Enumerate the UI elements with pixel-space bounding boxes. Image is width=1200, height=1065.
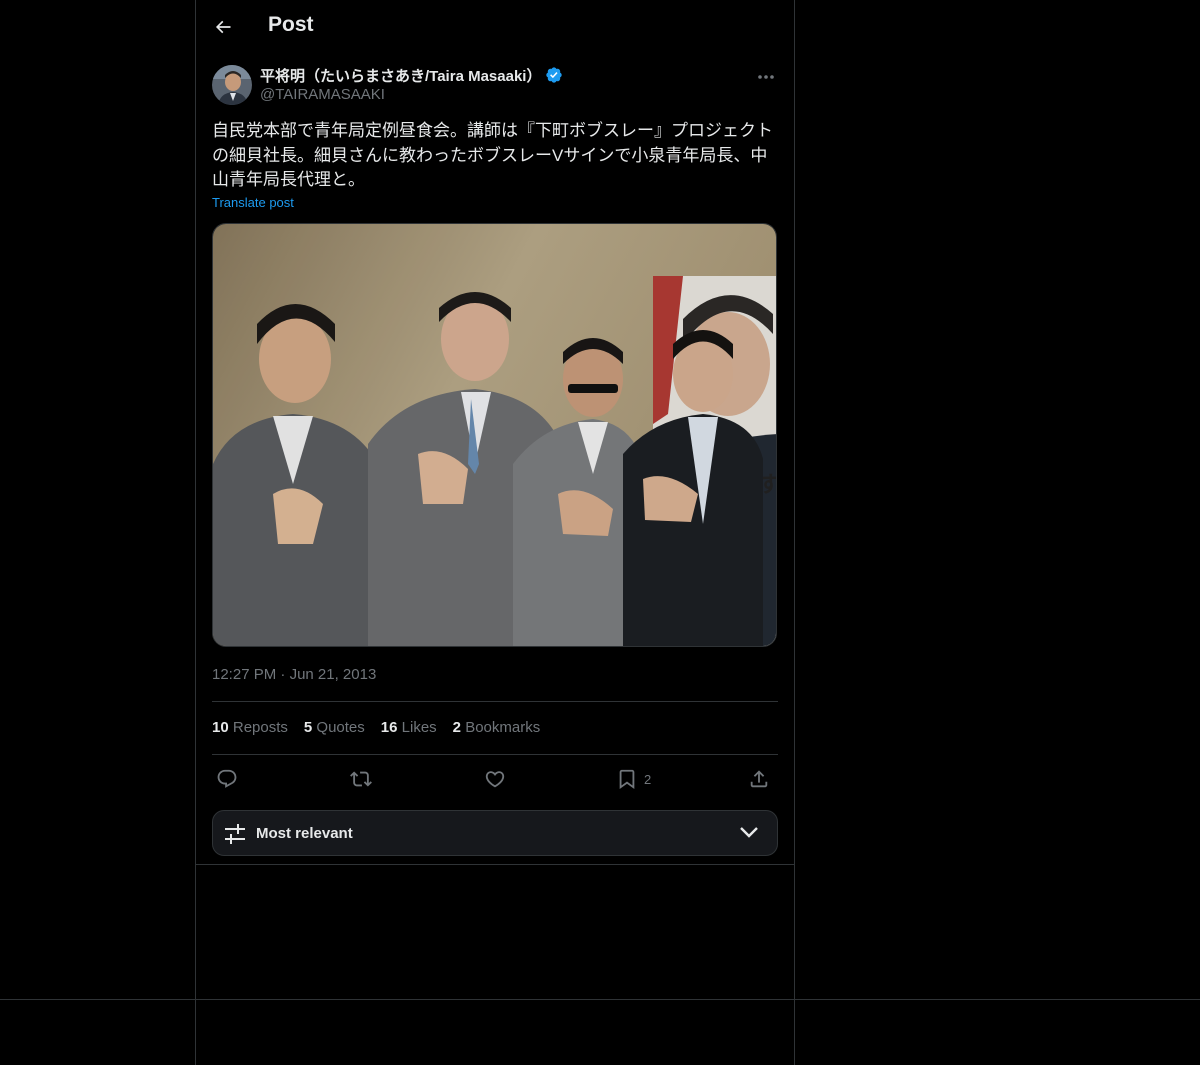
likes-stat[interactable]: 16 Likes <box>381 719 437 736</box>
reposts-label: Reposts <box>232 719 288 736</box>
post-text: 自民党本部で青年局定例昼食会。講師は『下町ボブスレー』プロジェクトの細貝社長。細… <box>212 121 773 189</box>
bookmarks-label: Bookmarks <box>465 719 541 736</box>
likes-count: 16 <box>380 719 398 736</box>
divider <box>212 701 778 702</box>
likes-label: Likes <box>401 719 437 736</box>
reposts-count: 10 <box>212 719 229 736</box>
post-photo[interactable]: す。 <box>212 223 777 647</box>
header: Post <box>196 0 794 54</box>
page: Post 平将明（たいらまさあき/Taira Masaaki） @TAIRAMA… <box>0 0 1200 1065</box>
post-actions: 2 <box>212 765 778 793</box>
back-button[interactable] <box>208 12 238 42</box>
post-time: 12:27 PM <box>212 666 277 683</box>
sliders-icon <box>224 823 246 850</box>
quotes-count: 5 <box>303 719 313 736</box>
avatar[interactable] <box>212 65 252 105</box>
divider <box>196 864 794 865</box>
bookmark-count: 2 <box>644 771 652 787</box>
back-arrow-icon <box>215 20 231 34</box>
page-title: Post <box>268 13 314 36</box>
column-divider-left <box>195 0 196 1065</box>
reply-button[interactable] <box>216 765 238 793</box>
share-button[interactable] <box>748 765 770 793</box>
engagement-stats: 10 Reposts 5 Quotes 16 Likes 2 Bookmarks <box>212 719 556 739</box>
sort-label: Most relevant <box>256 825 353 842</box>
reply-icon <box>217 769 237 788</box>
post-date: Jun 21, 2013 <box>289 666 377 683</box>
share-icon <box>750 770 768 788</box>
bookmarks-stat[interactable]: 2 Bookmarks <box>453 719 541 736</box>
post-author: 平将明（たいらまさあき/Taira Masaaki） @TAIRAMASAAKI <box>212 65 778 107</box>
repost-icon <box>350 771 372 787</box>
more-icon <box>758 75 774 79</box>
repost-button[interactable] <box>350 765 372 793</box>
quotes-stat[interactable]: 5 Quotes <box>304 719 365 736</box>
quotes-label: Quotes <box>316 719 365 736</box>
verified-badge-icon <box>545 66 563 88</box>
bookmark-button[interactable]: 2 <box>616 765 651 793</box>
bottom-divider <box>0 999 1200 1000</box>
column-divider-right <box>794 0 795 1065</box>
divider <box>212 754 778 755</box>
author-handle[interactable]: @TAIRAMASAAKI <box>260 86 385 103</box>
like-button[interactable] <box>484 765 506 793</box>
bookmarks-count: 2 <box>452 719 462 736</box>
translate-post-link[interactable]: Translate post <box>212 195 294 210</box>
reposts-stat[interactable]: 10 Reposts <box>212 719 288 736</box>
timestamp-dot: · <box>280 666 286 683</box>
author-name-text: 平将明（たいらまさあき/Taira Masaaki） <box>260 68 542 85</box>
chevron-down-icon <box>739 825 759 844</box>
bookmark-icon <box>619 769 635 790</box>
sort-replies-dropdown[interactable]: Most relevant <box>212 810 778 856</box>
more-button[interactable] <box>754 67 778 87</box>
like-icon <box>485 771 505 788</box>
post-timestamp[interactable]: 12:27 PM · Jun 21, 2013 <box>212 666 376 683</box>
author-name[interactable]: 平将明（たいらまさあき/Taira Masaaki） <box>260 65 563 88</box>
post-column: Post 平将明（たいらまさあき/Taira Masaaki） @TAIRAMA… <box>196 0 794 865</box>
